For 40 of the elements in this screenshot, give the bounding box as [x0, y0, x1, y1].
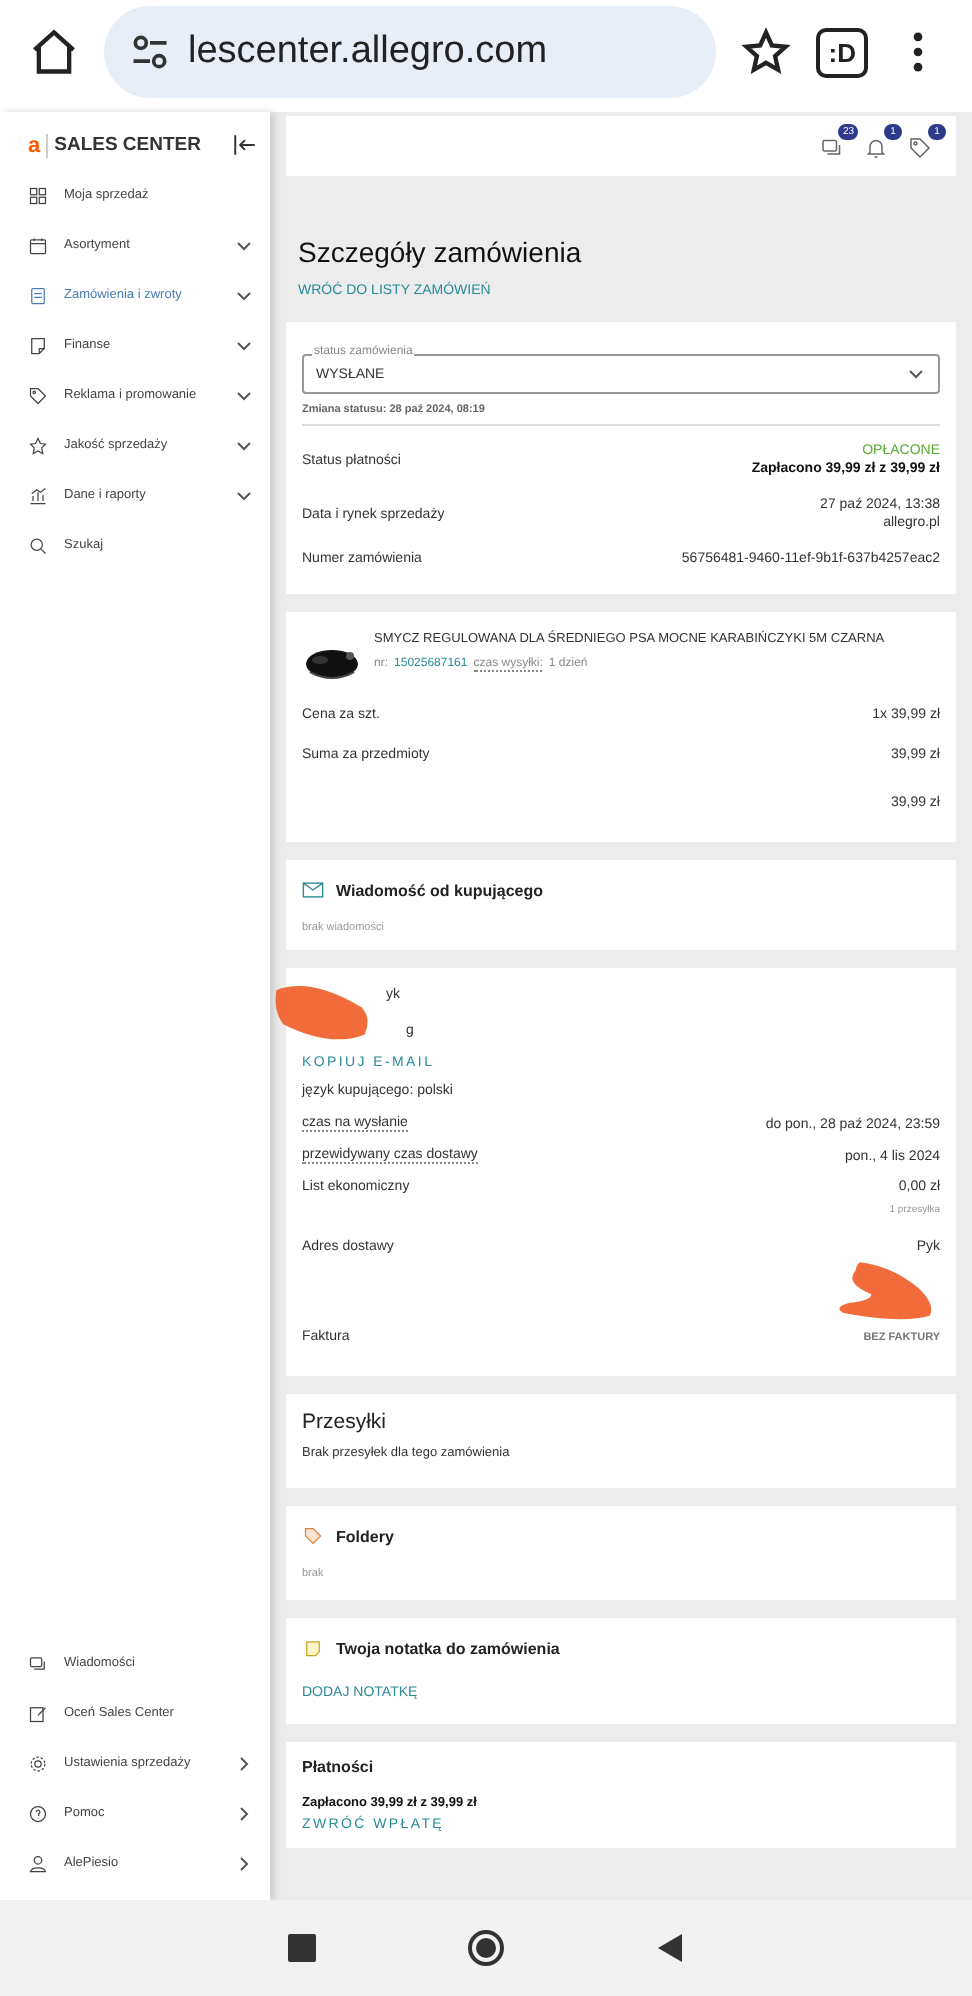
card-title: Twoja notatka do zamówienia	[336, 1639, 560, 1657]
note-icon	[28, 335, 48, 355]
home-icon[interactable]	[28, 26, 80, 78]
tag-icon[interactable]	[908, 136, 932, 160]
card-title: Płatności	[302, 1758, 376, 1776]
star-icon[interactable]	[740, 26, 793, 78]
settings-icon	[28, 1753, 48, 1773]
chart-icon	[28, 485, 48, 505]
chevron-down-icon	[906, 364, 926, 384]
note-icon	[302, 1638, 324, 1658]
help-icon	[28, 1803, 48, 1823]
logo-text: SALES CENTER	[54, 134, 203, 156]
tag-icon	[28, 385, 48, 405]
card-title: Przesyłki	[302, 1410, 389, 1434]
grid-icon	[28, 185, 48, 205]
logo-mark: a	[28, 133, 49, 157]
search-icon	[28, 535, 48, 555]
star-icon	[28, 435, 48, 455]
recent-apps-button[interactable]	[282, 1928, 322, 1968]
page-title: Szczegóły zamówienia	[298, 236, 584, 268]
envelope-icon	[302, 880, 324, 900]
chevron-right-icon	[234, 1853, 254, 1873]
chevron-right-icon	[234, 1803, 254, 1823]
bell-icon[interactable]	[864, 136, 888, 160]
chat-icon[interactable]	[820, 136, 844, 160]
site-settings-icon[interactable]	[128, 30, 172, 74]
home-button[interactable]	[466, 1928, 506, 1968]
url-text: lescenter.allegro.com	[188, 30, 548, 74]
card-title: Foldery	[336, 1527, 394, 1545]
tag-icon	[302, 1526, 324, 1546]
tab-switcher[interactable]: :D	[816, 27, 868, 77]
edit-icon	[28, 1703, 48, 1723]
user-icon	[28, 1853, 48, 1873]
card-title: Wiadomość od kupującego	[336, 881, 543, 899]
calendar-icon	[28, 235, 48, 255]
collapse-icon[interactable]	[232, 132, 258, 158]
chat-icon	[28, 1653, 48, 1673]
document-icon	[28, 285, 48, 305]
address-bar[interactable]: lescenter.allegro.com	[104, 6, 717, 98]
chevron-right-icon	[234, 1753, 254, 1773]
